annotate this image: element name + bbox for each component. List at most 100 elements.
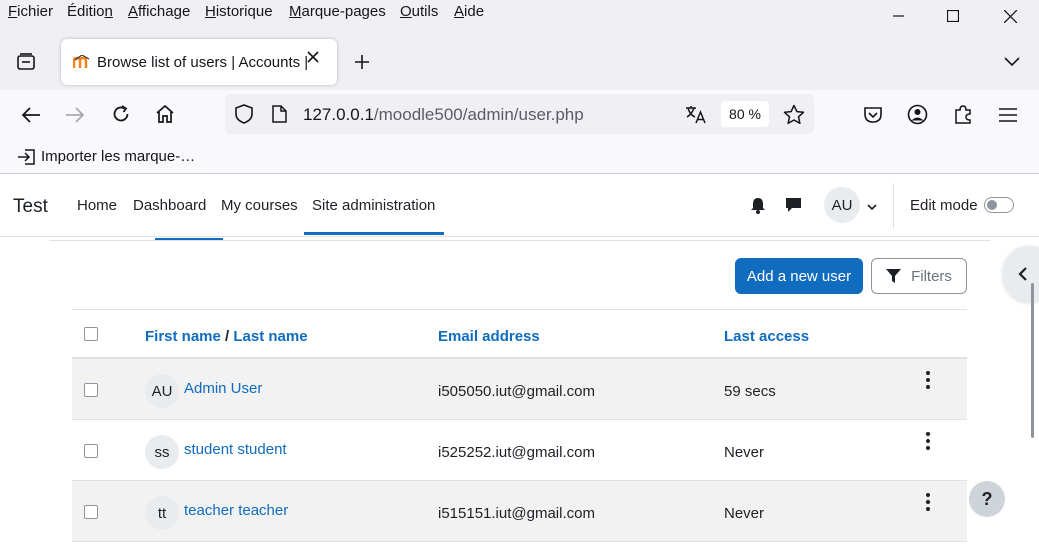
- reload-icon: [113, 105, 129, 122]
- chevron-down-icon: [1004, 57, 1020, 67]
- table-row: ss student student i525252.iut@gmail.com…: [72, 420, 967, 481]
- nav-site-administration[interactable]: Site administration: [312, 197, 435, 214]
- user-last-access: Never: [724, 505, 765, 522]
- bookmark-star-icon[interactable]: [783, 103, 805, 125]
- edit-mode-toggle[interactable]: [984, 197, 1014, 213]
- home-icon: [156, 104, 174, 123]
- row-actions-kebab-icon[interactable]: [920, 493, 930, 514]
- menu-bar: Fichier Édition Affichage Historique Mar…: [0, 0, 1039, 30]
- help-button[interactable]: ?: [969, 481, 1005, 517]
- sort-first-name[interactable]: First name: [145, 328, 221, 345]
- filters-button[interactable]: Filters: [871, 258, 967, 294]
- select-all-checkbox[interactable]: [84, 327, 98, 341]
- home-button[interactable]: [154, 103, 176, 125]
- translate-icon[interactable]: [685, 104, 707, 124]
- menu-aide[interactable]: Aide: [454, 3, 484, 20]
- forward-button[interactable]: [64, 104, 86, 126]
- header-separator: /: [225, 328, 230, 345]
- close-icon: [1003, 9, 1017, 23]
- sort-last-name[interactable]: Last name: [233, 328, 307, 345]
- menu-affichage[interactable]: Affichage: [128, 3, 190, 20]
- table-header: First name / Last name Email address Las…: [72, 309, 967, 359]
- page-scrollbar[interactable]: [1031, 283, 1034, 438]
- add-new-user-button[interactable]: Add a new user: [735, 258, 863, 294]
- table-row: tt teacher teacher i515151.iut@gmail.com…: [72, 481, 967, 542]
- bookmark-import[interactable]: Importer les marque-…: [17, 148, 195, 165]
- filters-label: Filters: [911, 267, 952, 285]
- tab-close-button[interactable]: [307, 51, 319, 63]
- row-actions-kebab-icon[interactable]: [920, 432, 930, 453]
- shield-icon[interactable]: [234, 104, 254, 124]
- chevron-down-icon[interactable]: [866, 202, 878, 212]
- chevron-left-icon: [1015, 266, 1029, 282]
- menu-edition[interactable]: Édition: [67, 3, 113, 20]
- nav-my-courses[interactable]: My courses: [221, 197, 298, 214]
- edit-mode-label: Edit mode: [910, 197, 978, 214]
- avatar: ss: [145, 435, 179, 469]
- sort-last-access[interactable]: Last access: [724, 328, 809, 345]
- row-checkbox[interactable]: [84, 505, 98, 519]
- tab-title: Browse list of users | Accounts | Site a…: [97, 54, 307, 71]
- bookmarks-toolbar: Importer les marque-…: [0, 140, 1039, 174]
- user-email: i525252.iut@gmail.com: [438, 444, 595, 461]
- hamburger-menu-icon[interactable]: [997, 104, 1019, 126]
- moodle-navbar: Test Home Dashboard My courses Site admi…: [0, 175, 1039, 237]
- nav-dashboard[interactable]: Dashboard: [133, 197, 206, 214]
- url-path: /moodle500/admin/user.php: [373, 105, 584, 124]
- tab-users[interactable]: Browse list of users | Accounts | Site a…: [61, 39, 337, 85]
- row-checkbox[interactable]: [84, 383, 98, 397]
- menu-outils[interactable]: Outils: [400, 3, 438, 20]
- row-actions-kebab-icon[interactable]: [920, 371, 930, 392]
- zoom-reset-button[interactable]: 80 %: [721, 101, 769, 127]
- maximize-button[interactable]: [930, 0, 976, 32]
- arrow-left-icon: [21, 107, 40, 123]
- plus-icon: [355, 55, 369, 69]
- nav-divider: [893, 183, 894, 229]
- avatar: AU: [145, 374, 179, 408]
- content-divider: [49, 240, 990, 241]
- minimize-icon: [893, 15, 904, 17]
- moodle-favicon-icon: [73, 54, 91, 70]
- notifications-bell-icon[interactable]: [749, 196, 767, 214]
- arrow-right-icon: [66, 107, 85, 123]
- minimize-button[interactable]: [876, 0, 922, 32]
- user-last-access: Never: [724, 444, 765, 461]
- column-name: First name / Last name: [145, 328, 308, 345]
- active-nav-indicator: [304, 232, 444, 235]
- tab-bar: Browse list of users | Accounts | Site a…: [0, 30, 1039, 90]
- menu-marque-pages[interactable]: Marque-pages: [289, 3, 386, 20]
- url-bar[interactable]: 127.0.0.1/moodle500/admin/user.php 80 %: [225, 94, 814, 134]
- page-icon[interactable]: [270, 104, 288, 124]
- extensions-icon[interactable]: [952, 103, 974, 125]
- user-email: i505050.iut@gmail.com: [438, 383, 595, 400]
- menu-historique[interactable]: Historique: [205, 3, 273, 20]
- new-tab-button[interactable]: [352, 52, 372, 72]
- url-host: 127.0.0.1: [303, 105, 374, 124]
- site-name[interactable]: Test: [13, 196, 48, 218]
- import-icon: [18, 148, 35, 165]
- reload-button[interactable]: [110, 103, 132, 125]
- bookmark-label: Importer les marque-…: [41, 148, 196, 165]
- menu-fichier[interactable]: Fichier: [8, 3, 53, 20]
- back-button[interactable]: [20, 104, 42, 126]
- sort-email[interactable]: Email address: [438, 328, 540, 345]
- avatar: tt: [145, 496, 179, 530]
- user-name-link[interactable]: student student: [184, 441, 287, 458]
- row-checkbox[interactable]: [84, 444, 98, 458]
- user-email: i515151.iut@gmail.com: [438, 505, 595, 522]
- close-window-button[interactable]: [987, 0, 1033, 32]
- url-text: 127.0.0.1/moodle500/admin/user.php: [303, 105, 584, 125]
- nav-home[interactable]: Home: [77, 197, 117, 214]
- pocket-icon[interactable]: [862, 104, 884, 126]
- messages-icon[interactable]: [784, 196, 802, 214]
- user-last-access: 59 secs: [724, 383, 776, 400]
- filter-funnel-icon: [886, 269, 902, 283]
- user-name-link[interactable]: Admin User: [184, 380, 262, 397]
- navigation-toolbar: 127.0.0.1/moodle500/admin/user.php 80 %: [0, 90, 1039, 140]
- firefox-view-icon[interactable]: [14, 50, 38, 74]
- account-icon[interactable]: [906, 103, 928, 125]
- list-tabs-button[interactable]: [1002, 52, 1022, 72]
- user-menu-avatar[interactable]: AU: [824, 187, 860, 223]
- user-name-link[interactable]: teacher teacher: [184, 502, 288, 519]
- maximize-icon: [947, 10, 959, 22]
